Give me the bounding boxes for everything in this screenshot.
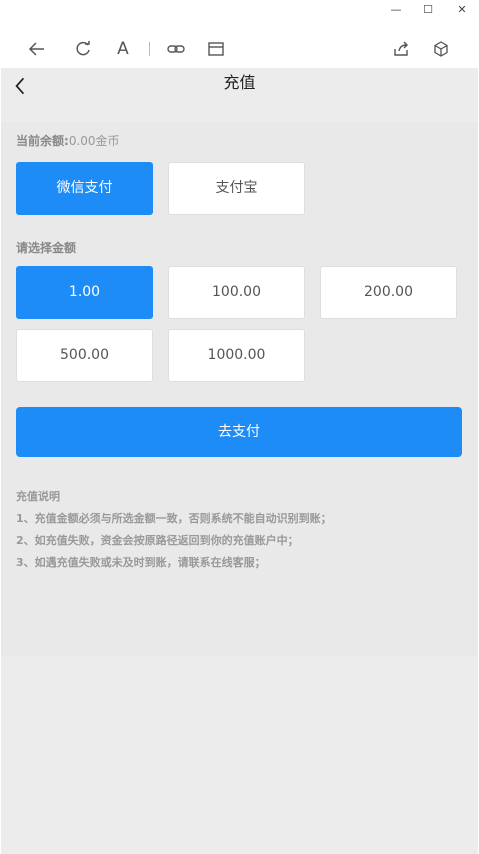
page-header: 充值 — [1, 68, 478, 106]
back-button[interactable] — [9, 74, 31, 98]
balance-value: 0.00金币 — [68, 134, 120, 148]
page-title: 充值 — [223, 73, 256, 92]
pay-button[interactable]: 去支付 — [16, 407, 462, 457]
recharge-page: 充值 当前余额:0.00金币 微信支付 支付宝 请选择金额 1.00 100.0… — [1, 68, 478, 854]
balance-label: 当前余额: — [16, 134, 69, 148]
notes-title: 充值说明 — [16, 490, 60, 503]
refresh-icon[interactable] — [72, 38, 94, 60]
amount-option-100[interactable]: 100.00 — [168, 266, 305, 319]
notes-line: 3、如遇充值失败或未及时到账，请联系在线客服； — [16, 556, 266, 569]
toolbar-separator — [149, 42, 150, 56]
amount-option-500[interactable]: 500.00 — [16, 329, 153, 382]
minimize-button[interactable]: — — [386, 2, 406, 18]
payment-wechat-button[interactable]: 微信支付 — [16, 162, 153, 215]
amount-section-label: 请选择金额 — [16, 241, 77, 255]
back-arrow-icon[interactable] — [26, 38, 48, 60]
amount-option-1000[interactable]: 1000.00 — [168, 329, 305, 382]
recharge-content: 当前余额:0.00金币 微信支付 支付宝 请选择金额 1.00 100.00 2… — [1, 122, 478, 656]
amount-option-1[interactable]: 1.00 — [16, 266, 153, 319]
amount-option-200[interactable]: 200.00 — [320, 266, 457, 319]
window-icon[interactable] — [205, 38, 227, 60]
share-icon[interactable] — [390, 38, 412, 60]
link-icon[interactable] — [165, 38, 187, 60]
cube-icon[interactable] — [430, 38, 452, 60]
recharge-notes: 充值说明 1、充值金额必须与所选金额一致，否则系统不能自动识别到账； 2、如充值… — [16, 486, 466, 574]
maximize-button[interactable]: ☐ — [418, 2, 438, 18]
chevron-left-icon — [15, 77, 25, 95]
notes-line: 1、充值金额必须与所选金额一致，否则系统不能自动识别到账； — [16, 512, 332, 525]
balance-row: 当前余额:0.00金币 — [16, 132, 120, 149]
payment-alipay-button[interactable]: 支付宝 — [168, 162, 305, 215]
browser-toolbar: A — [0, 28, 479, 68]
close-button[interactable]: ✕ — [452, 2, 472, 18]
notes-line: 2、如充值失败，资金会按原路径返回到你的充值账户中； — [16, 534, 299, 547]
font-icon[interactable]: A — [112, 38, 134, 60]
window-titlebar: — ☐ ✕ — [0, 0, 479, 22]
